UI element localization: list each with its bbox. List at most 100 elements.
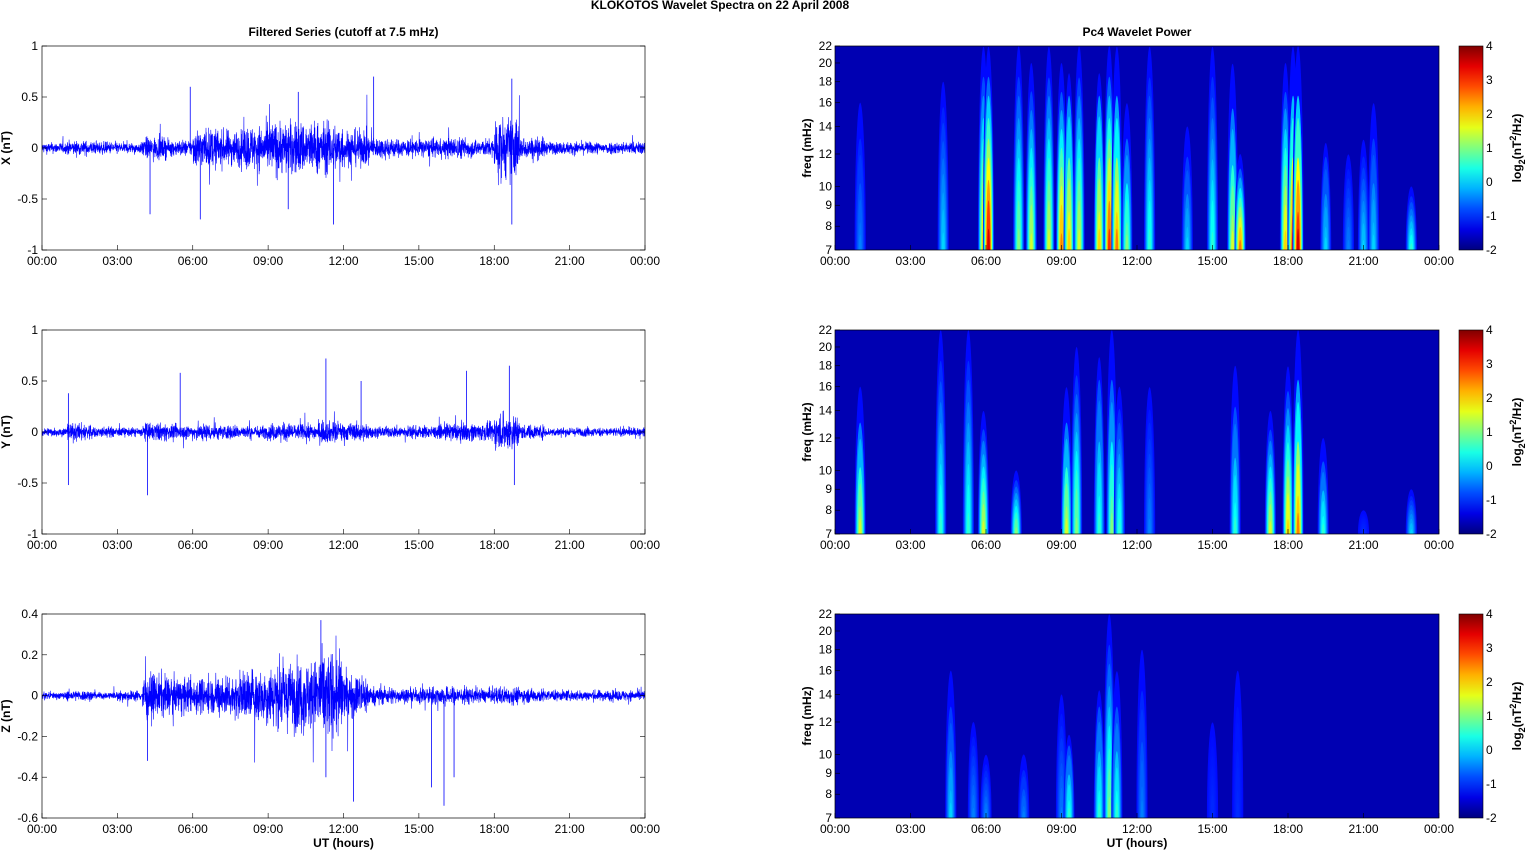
y-tick-label: 20 — [819, 624, 833, 638]
colorbar-label: log2(nT2/Hz) — [1508, 682, 1526, 751]
y-tick-label: 20 — [819, 56, 833, 70]
y-tick-label: 18 — [819, 359, 833, 373]
y-axis-label: Y (nT) — [0, 415, 13, 449]
x-tick-label: 03:00 — [895, 254, 925, 268]
y-tick-label: 10 — [819, 747, 833, 761]
series-panel-z: -0.6-0.4-0.200.20.400:00 03:00 06:00 09:00 1… — [0, 607, 660, 850]
x-tick-label: 06:00 — [971, 538, 1001, 552]
x-tick-label: 21:00 — [555, 254, 585, 268]
x-tick-label: 06:00 — [971, 822, 1001, 836]
figure: KLOKOTOS Wavelet Spectra on 22 April 200… — [0, 0, 1526, 850]
x-tick-label: 18:00 — [479, 538, 509, 552]
x-tick-label: 18:00 — [1273, 822, 1303, 836]
colorbar-tick-label: -1 — [1486, 777, 1497, 791]
x-tick-label: 18:00 — [1273, 538, 1303, 552]
x-tick-label: 03:00 — [895, 538, 925, 552]
x-tick-label: 18:00 — [479, 822, 509, 836]
colorbar-label: log2(nT2/Hz) — [1508, 114, 1526, 183]
x-tick-label: 15:00 — [1197, 538, 1227, 552]
colorbar-tick-label: 4 — [1486, 39, 1493, 53]
x-tick-label: 15:00 — [404, 538, 434, 552]
x-tick-label: 00:00 — [1424, 538, 1454, 552]
x-tick-label: 03:00 — [102, 822, 132, 836]
y-tick-label: 14 — [819, 120, 833, 134]
x-tick-label: 06:00 — [971, 254, 1001, 268]
colorbar-label: log2(nT2/Hz) — [1508, 398, 1526, 467]
x-tick-label: 12:00 — [328, 254, 358, 268]
x-tick-label: 00:00 — [27, 538, 57, 552]
colorbar-tick-label: -2 — [1486, 811, 1497, 825]
y-tick-label: 16 — [819, 96, 833, 110]
x-tick-label: 06:00 — [178, 822, 208, 836]
x-tick-label: 12:00 — [328, 538, 358, 552]
y-axis-label: freq (mHz) — [800, 402, 814, 461]
x-tick-label: 03:00 — [102, 538, 132, 552]
x-tick-label: 00:00 — [1424, 822, 1454, 836]
x-tick-label: 21:00 — [555, 822, 585, 836]
y-tick-label: 12 — [819, 715, 833, 729]
y-tick-label: 0 — [31, 425, 38, 439]
figure-title: KLOKOTOS Wavelet Spectra on 22 April 200… — [591, 0, 850, 12]
x-axis-label: UT (hours) — [313, 836, 374, 850]
y-tick-label: -0.5 — [17, 476, 38, 490]
y-tick-label: 12 — [819, 431, 833, 445]
y-tick-label: 0.2 — [21, 648, 38, 662]
y-tick-label: 22 — [819, 323, 833, 337]
x-tick-label: 09:00 — [1046, 254, 1076, 268]
x-tick-label: 15:00 — [404, 254, 434, 268]
y-tick-label: 18 — [819, 643, 833, 657]
y-tick-label: 9 — [825, 766, 832, 780]
y-tick-label: -0.5 — [17, 192, 38, 206]
y-tick-label: 0.4 — [21, 607, 38, 621]
y-tick-label: -0.2 — [17, 729, 38, 743]
heatmap-background — [835, 330, 1439, 534]
y-tick-label: 10 — [819, 463, 833, 477]
y-axis-label: X (nT) — [0, 131, 13, 165]
y-tick-label: 0.5 — [21, 90, 38, 104]
x-tick-label: 12:00 — [1122, 254, 1152, 268]
x-tick-label: 21:00 — [555, 538, 585, 552]
y-tick-label: 22 — [819, 607, 833, 621]
y-tick-label: 14 — [819, 404, 833, 418]
y-tick-label: -0.4 — [17, 770, 38, 784]
colorbar-tick-label: 3 — [1486, 73, 1493, 87]
series-panel-x: -1-0.500.5100:00 03:00 06:00 09:00 12:00 15:0… — [0, 25, 660, 268]
x-tick-label: 21:00 — [1348, 254, 1378, 268]
colorbar-tick-label: 0 — [1486, 743, 1493, 757]
y-tick-label: 1 — [31, 39, 38, 53]
y-axis-label: Z (nT) — [0, 699, 13, 732]
x-tick-label: 09:00 — [253, 822, 283, 836]
y-tick-label: 0.5 — [21, 374, 38, 388]
x-tick-label: 03:00 — [102, 254, 132, 268]
y-tick-label: 20 — [819, 340, 833, 354]
x-tick-label: 18:00 — [1273, 254, 1303, 268]
x-tick-label: 12:00 — [1122, 822, 1152, 836]
x-tick-label: 15:00 — [1197, 822, 1227, 836]
panel-title: Filtered Series (cutoff at 7.5 mHz) — [248, 25, 438, 39]
x-tick-label: 09:00 — [1046, 538, 1076, 552]
series-panel-y: -1-0.500.5100:00 03:00 06:00 09:00 12:00 15:0… — [0, 323, 660, 552]
wavelet-panel-z: 78910121416182022-2-101234log2(nT2/Hz)00… — [800, 607, 1526, 850]
y-tick-label: 10 — [819, 179, 833, 193]
colorbar — [1458, 613, 1484, 819]
colorbar-tick-label: -1 — [1486, 493, 1497, 507]
y-tick-label: 14 — [819, 688, 833, 702]
y-tick-label: 9 — [825, 482, 832, 496]
y-tick-label: 16 — [819, 380, 833, 394]
x-tick-label: 21:00 — [1348, 538, 1378, 552]
y-axis-label: freq (mHz) — [800, 118, 814, 177]
x-tick-label: 00:00 — [27, 254, 57, 268]
wavelet-panel-y: 78910121416182022-2-101234log2(nT2/Hz)00… — [800, 323, 1526, 552]
x-tick-label: 00:00 — [630, 822, 660, 836]
y-tick-label: 8 — [825, 219, 832, 233]
colorbar-tick-label: 1 — [1486, 425, 1493, 439]
x-tick-label: 00:00 — [820, 822, 850, 836]
y-tick-label: 8 — [825, 787, 832, 801]
x-tick-label: 00:00 — [630, 538, 660, 552]
colorbar-tick-label: 3 — [1486, 357, 1493, 371]
colorbar-tick-label: 1 — [1486, 141, 1493, 155]
x-tick-label: 09:00 — [253, 538, 283, 552]
x-tick-label: 00:00 — [820, 538, 850, 552]
x-tick-label: 09:00 — [253, 254, 283, 268]
y-tick-label: 12 — [819, 147, 833, 161]
